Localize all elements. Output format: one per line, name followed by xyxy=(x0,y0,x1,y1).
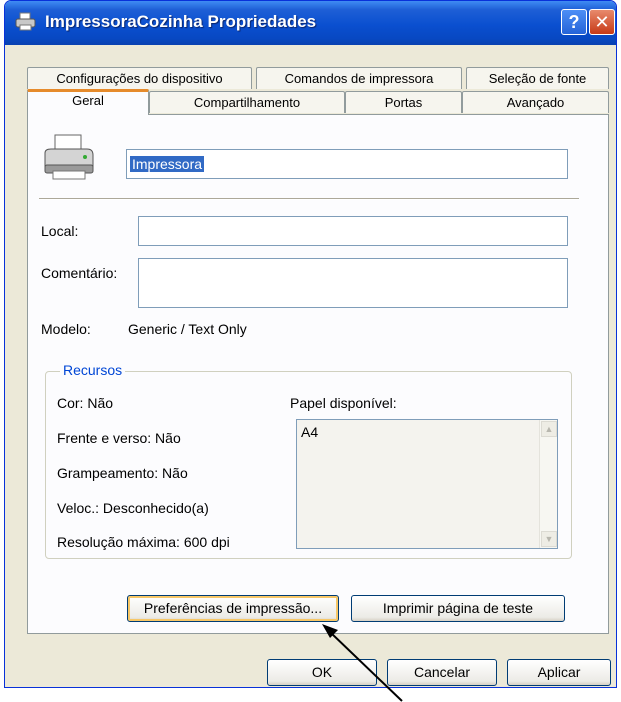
tab-general[interactable]: Geral xyxy=(27,89,149,115)
